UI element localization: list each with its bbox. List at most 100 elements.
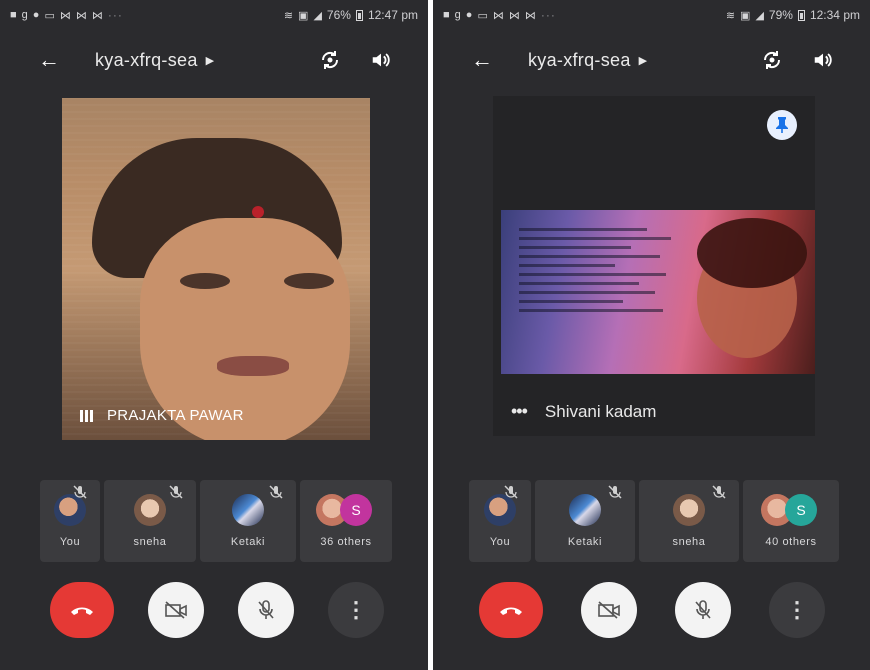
mic-off-icon — [608, 485, 622, 499]
camera-toggle-button[interactable] — [148, 582, 204, 638]
message-icon: ■ — [443, 9, 450, 21]
app-g-icon: g — [454, 9, 461, 21]
participant-name: Ketaki — [567, 536, 603, 548]
video-frame — [252, 206, 264, 218]
participant-name: You — [489, 536, 511, 548]
slide-text-lines — [519, 222, 679, 318]
email-icon: ▭ — [477, 9, 488, 22]
participant-name: sneha — [672, 536, 706, 548]
mic-toggle-button[interactable] — [675, 582, 731, 638]
avatar — [232, 494, 264, 526]
speaker-name-label: PRAJAKTA PAWAR — [80, 407, 244, 424]
switch-camera-icon[interactable] — [318, 48, 342, 72]
video-frame — [284, 273, 334, 289]
status-bar: ■ g ● ▭ ⋈ ⋈ ⋈ ··· ≋ ▣ ◢ 76% 12:47 pm — [0, 0, 428, 30]
switch-camera-icon[interactable] — [760, 48, 784, 72]
more-options-button[interactable]: ⋮ — [769, 582, 825, 638]
email-icon: ▭ — [44, 9, 55, 22]
gmail-icon: ⋈ — [91, 9, 103, 22]
participant-tile[interactable]: sneha — [639, 480, 739, 562]
signal-icon: ◢ — [755, 9, 764, 22]
gmail-icon: ⋈ — [524, 9, 536, 22]
back-arrow-icon[interactable]: ← — [471, 47, 493, 73]
back-arrow-icon[interactable]: ← — [38, 47, 60, 73]
speaker-icon[interactable] — [812, 49, 834, 71]
mic-off-icon — [73, 485, 87, 499]
battery-percent: 76% — [326, 8, 351, 22]
caret-right-icon: ▶ — [205, 54, 215, 67]
gmail-icon: ⋈ — [59, 9, 71, 22]
end-call-icon — [71, 607, 93, 615]
others-tile[interactable]: S 36 others — [300, 480, 392, 562]
clock: 12:47 pm — [367, 8, 418, 22]
more-vert-icon: ⋮ — [786, 597, 808, 622]
signal-icon: ◢ — [313, 9, 322, 22]
others-tile[interactable]: S 40 others — [743, 480, 839, 562]
gmail-icon: ⋈ — [492, 9, 504, 22]
sim-icon: ▣ — [740, 9, 751, 22]
avatar — [673, 494, 705, 526]
mic-off-icon — [712, 485, 726, 499]
meeting-code-button[interactable]: kya-xfrq-sea ▶ — [528, 50, 647, 71]
participant-tile[interactable]: You — [469, 480, 531, 562]
more-options-button[interactable]: ⋮ — [328, 582, 384, 638]
meeting-code-button[interactable]: kya-xfrq-sea ▶ — [95, 50, 214, 71]
presenter-name-label: ••• Shivani kadam — [511, 401, 656, 422]
gmail-icon: ⋈ — [75, 9, 87, 22]
call-screen-right: ■ g ● ▭ ⋈ ⋈ ⋈ ··· ≋ ▣ ◢ 79% 12:34 pm ← k… — [433, 0, 870, 670]
wifi-icon: ≋ — [725, 9, 736, 22]
end-call-icon — [500, 607, 522, 615]
message-icon: ■ — [10, 9, 17, 21]
others-count: 36 others — [320, 536, 372, 548]
mic-off-icon — [258, 600, 274, 619]
avatar — [569, 494, 601, 526]
others-avatars: S — [761, 494, 821, 526]
more-notifications-icon: ··· — [107, 8, 123, 22]
audio-level-icon — [80, 409, 93, 422]
end-call-button[interactable] — [479, 582, 543, 638]
battery-percent: 79% — [768, 8, 793, 22]
app-icon: ● — [465, 9, 473, 21]
participant-tile[interactable]: sneha — [104, 480, 196, 562]
video-frame — [217, 356, 289, 376]
others-avatars: S — [316, 494, 376, 526]
camera-off-icon — [165, 601, 187, 619]
presentation-tile[interactable]: ••• Shivani kadam — [493, 96, 815, 436]
others-count: 40 others — [765, 536, 817, 548]
call-header: ← kya-xfrq-sea ▶ — [0, 40, 428, 80]
participant-tile[interactable]: You — [40, 480, 100, 562]
more-notifications-icon: ··· — [540, 8, 556, 22]
pin-icon — [776, 117, 788, 133]
participant-tile[interactable]: Ketaki — [535, 480, 635, 562]
speaker-icon[interactable] — [370, 49, 392, 71]
presenting-dots-icon: ••• — [511, 401, 528, 421]
participant-name: Ketaki — [230, 536, 266, 548]
mic-off-icon — [504, 485, 518, 499]
participant-tile[interactable]: Ketaki — [200, 480, 296, 562]
mic-off-icon — [269, 485, 283, 499]
mic-off-icon — [695, 600, 711, 619]
battery-icon — [355, 9, 363, 21]
mic-toggle-button[interactable] — [238, 582, 294, 638]
clock: 12:34 pm — [809, 8, 860, 22]
letter-avatar: S — [785, 494, 817, 526]
meeting-code: kya-xfrq-sea — [95, 49, 198, 70]
avatar — [134, 494, 166, 526]
caret-right-icon: ▶ — [638, 54, 648, 67]
presenter-name: Shivani kadam — [544, 401, 657, 421]
camera-toggle-button[interactable] — [581, 582, 637, 638]
call-screen-left: ■ g ● ▭ ⋈ ⋈ ⋈ ··· ≋ ▣ ◢ 76% 12:47 pm ← k… — [0, 0, 428, 670]
video-frame — [180, 273, 230, 289]
speaker-name: PRAJAKTA PAWAR — [107, 407, 244, 424]
app-g-icon: g — [21, 9, 28, 21]
meeting-code: kya-xfrq-sea — [528, 49, 631, 70]
camera-off-icon — [598, 601, 620, 619]
letter-avatar: S — [340, 494, 372, 526]
participant-name: sneha — [133, 536, 167, 548]
main-video-tile[interactable]: PRAJAKTA PAWAR — [62, 98, 370, 440]
end-call-button[interactable] — [50, 582, 114, 638]
pin-button[interactable] — [767, 110, 797, 140]
call-header: ← kya-xfrq-sea ▶ — [433, 40, 870, 80]
battery-icon — [797, 9, 805, 21]
mic-off-icon — [169, 485, 183, 499]
